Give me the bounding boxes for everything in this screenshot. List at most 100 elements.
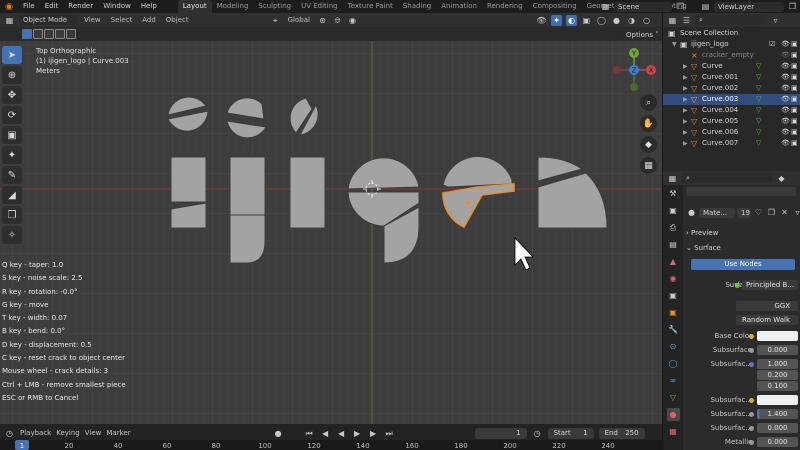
clock-icon[interactable]: ◷ [532, 428, 543, 439]
outliner-item-curve-005[interactable]: ▶ ▽ Curve.005 ▽ 👁 ▣ [663, 116, 800, 127]
modifier-tab-icon[interactable]: 🔧 [667, 323, 680, 336]
tab-animation[interactable]: Animation [436, 0, 482, 13]
annotate-tool-icon[interactable]: ✎ [2, 166, 22, 184]
material-slot-list[interactable] [686, 187, 796, 196]
output-tab-icon[interactable]: ⎙ [667, 221, 680, 234]
curve-data-icon[interactable]: ▽ [756, 127, 761, 138]
camera-icon[interactable]: ▣ [791, 72, 798, 83]
start-frame-field[interactable]: Start 1 [547, 427, 594, 439]
visibility-icon[interactable]: 👁 [536, 15, 547, 26]
zoom-icon[interactable]: ⌕ [640, 94, 657, 111]
tab-layout[interactable]: Layout [177, 0, 212, 13]
play-reverse-icon[interactable]: ◀ [336, 428, 347, 439]
outliner-search-input[interactable]: ⌕ [695, 15, 767, 25]
menu-add[interactable]: Add [139, 13, 159, 27]
curve-data-icon[interactable]: ▽ [756, 94, 761, 105]
scene-name-field[interactable]: Scene [614, 1, 672, 12]
tab-compositing[interactable]: Compositing [528, 0, 582, 13]
camera-icon[interactable]: ▣ [791, 116, 798, 127]
use-nodes-button[interactable]: Use Nodes [691, 259, 795, 270]
unlink-material-icon[interactable]: ✕ [779, 207, 790, 218]
options-dropdown[interactable]: Options ˅ [621, 30, 664, 41]
timeline-ruler[interactable]: 1 20 40 60 80 100 120 140 160 180 200 220 240 [0, 440, 662, 450]
socket-dot-icon[interactable] [749, 334, 754, 339]
shading-solid-icon[interactable]: ● [611, 15, 622, 26]
outliner-scene-collection[interactable]: ▣ Scene Collection [663, 28, 800, 39]
rotate-tool-icon[interactable]: ⟳ [2, 106, 22, 124]
scale-tool-icon[interactable]: ▣ [2, 126, 22, 144]
snap-icon[interactable]: ⎊ [332, 15, 343, 26]
cracker-tool-icon[interactable]: ✧ [2, 226, 22, 244]
menu-window[interactable]: Window [98, 0, 136, 13]
metallic-value[interactable]: 0.000 [757, 437, 798, 447]
expand-chevron-icon[interactable]: ▶ [683, 127, 688, 138]
tab-modeling[interactable]: Modeling [212, 0, 254, 13]
particles-tab-icon[interactable]: ⊙ [667, 340, 680, 353]
constraints-tab-icon[interactable]: ∞ [667, 374, 680, 387]
cursor-tool-icon[interactable]: ⊕ [2, 66, 22, 84]
move-tool-icon[interactable]: ✥ [2, 86, 22, 104]
navigation-gizmo[interactable]: Y X Z [608, 44, 660, 96]
material-tab-icon[interactable]: ● [666, 408, 680, 421]
select-new-icon[interactable] [22, 29, 32, 39]
expand-chevron-icon[interactable]: ▶ [683, 83, 688, 94]
texture-tab-icon[interactable]: ▦ [667, 425, 680, 438]
eye-icon[interactable]: 👁 [781, 94, 790, 105]
tab-uv-editing[interactable]: UV Editing [296, 0, 343, 13]
select-extend-icon[interactable] [33, 29, 43, 39]
eye-hidden-icon[interactable]: 👁 [781, 50, 790, 61]
camera-icon[interactable]: ▣ [791, 94, 798, 105]
curve-data-icon[interactable]: ▽ [756, 138, 761, 149]
camera-icon[interactable]: ▣ [791, 39, 798, 50]
subsurface-radius-y[interactable]: 0.200 [757, 370, 798, 380]
material-browse-icon[interactable]: ● [686, 207, 697, 218]
camera-icon[interactable]: ▣ [791, 105, 798, 116]
surface-panel-header[interactable]: ⌄ Surface [686, 242, 796, 254]
timeline-menu-marker[interactable]: Marker [106, 429, 130, 437]
gizmo-toggle-icon[interactable]: ✦ [550, 14, 562, 26]
next-keyframe-icon[interactable]: ▶ [368, 428, 379, 439]
view-layer-field[interactable]: ViewLayer [714, 1, 784, 12]
world-tab-icon[interactable]: ◉ [667, 272, 680, 285]
properties-editor-type-icon[interactable]: ▦ [667, 173, 678, 184]
outliner-item-curve-001[interactable]: ▶ ▽ Curve.001 ▽ 👁 ▣ [663, 72, 800, 83]
curve-data-icon[interactable]: ▽ [756, 72, 761, 83]
jump-end-icon[interactable]: ⏭ [384, 428, 395, 439]
timeline-menu-view[interactable]: View [85, 429, 102, 437]
curve-data-icon[interactable]: ▽ [756, 105, 761, 116]
select-invert-icon[interactable] [55, 29, 65, 39]
outliner-item-cracker-empty[interactable]: ⨯ cracker_empty 👁 ▣ [663, 50, 800, 61]
select-subtract-icon[interactable] [44, 29, 54, 39]
fake-user-icon[interactable]: ♡ [753, 207, 764, 218]
tab-shading[interactable]: Shading [398, 0, 436, 13]
collection-checkbox-icon[interactable]: ☑ [769, 39, 775, 50]
menu-help[interactable]: Help [136, 0, 162, 13]
socket-dot-icon[interactable] [749, 412, 754, 417]
pan-hand-icon[interactable]: ✋ [640, 115, 657, 132]
timeline-menu-playback[interactable]: Playback [20, 429, 51, 437]
filter-icon[interactable]: ▿ [770, 15, 781, 26]
scene-tab-icon[interactable]: ▲ [667, 255, 680, 268]
subsurface-radius-x[interactable]: 1.000 [757, 359, 798, 369]
filter-funnel-icon[interactable]: ▿ [792, 207, 800, 218]
tab-texture-paint[interactable]: Texture Paint [343, 0, 398, 13]
play-icon[interactable]: ▶ [352, 428, 363, 439]
expand-chevron-icon[interactable]: ▶ [683, 116, 688, 127]
curve-data-icon[interactable]: ▽ [756, 61, 761, 72]
view-layer-icon[interactable]: ▤ [700, 1, 711, 12]
menu-object[interactable]: Object [163, 13, 192, 27]
camera-icon[interactable]: ▣ [791, 61, 798, 72]
transform-orientation-dropdown[interactable]: Global [285, 13, 313, 27]
curve-data-icon[interactable]: ▽ [756, 116, 761, 127]
mode-dropdown[interactable]: Object Mode [19, 15, 77, 25]
transform-tool-icon[interactable]: ✦ [2, 146, 22, 164]
view-layer-tab-icon[interactable]: ▤ [667, 238, 680, 251]
properties-search-input[interactable]: ⌕ [682, 173, 772, 183]
expand-chevron-icon[interactable]: ▶ [683, 138, 688, 149]
curve-i1-stem-top[interactable] [170, 156, 207, 203]
measure-tool-icon[interactable]: ◢ [2, 186, 22, 204]
menu-view[interactable]: View [81, 13, 104, 27]
subsurface-method-dropdown[interactable]: Random Walk [736, 315, 798, 325]
shading-material-icon[interactable]: ◑ [626, 15, 637, 26]
eye-icon[interactable]: 👁 [781, 72, 790, 83]
